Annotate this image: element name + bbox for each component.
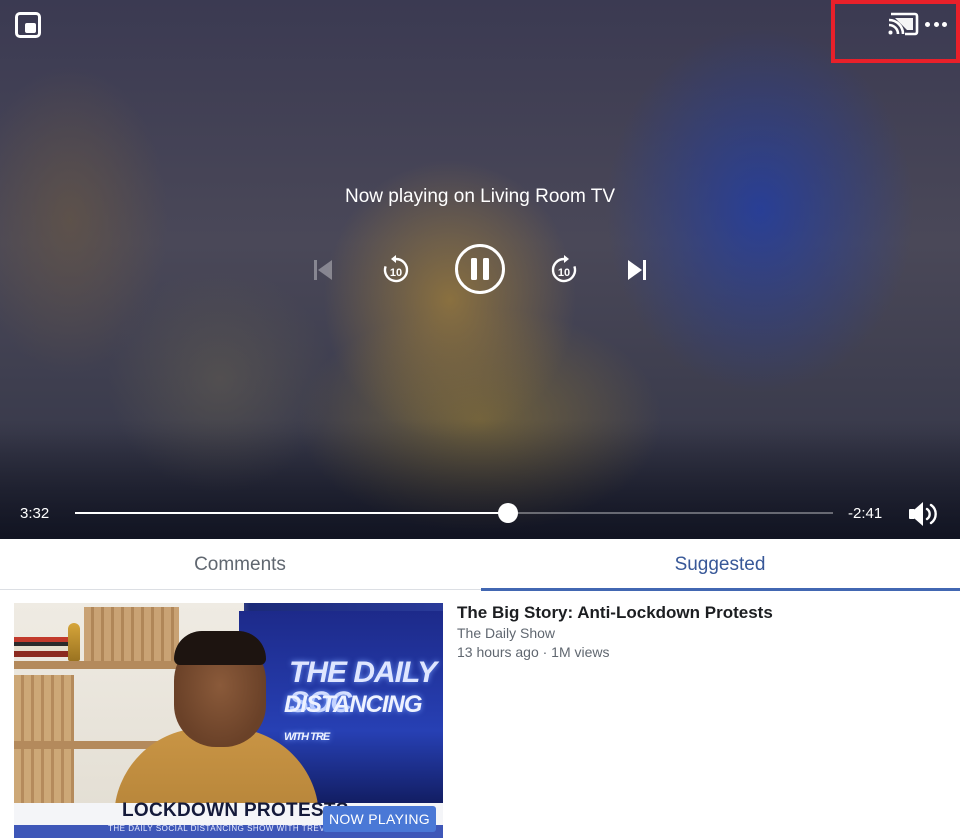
video-title[interactable]: The Big Story: Anti-Lockdown Protests (457, 603, 773, 623)
picture-in-picture-icon[interactable] (15, 12, 41, 38)
thumbnail-shelf (14, 661, 179, 669)
thumbnail-screen-line3: WITH TRE (284, 731, 330, 743)
more-dot (925, 21, 930, 27)
thumbnail-slats (84, 607, 179, 667)
volume-icon[interactable] (907, 499, 939, 529)
skip-next-icon[interactable] (624, 256, 650, 284)
thumbnail-headline: LOCKDOWN PROTESTS (122, 800, 349, 821)
pip-inner-square (25, 23, 36, 33)
video-meta: 13 hours ago · 1M views (457, 644, 610, 660)
pause-icon[interactable] (454, 243, 506, 295)
cast-icon[interactable] (887, 11, 919, 37)
time-remaining: -2:41 (848, 505, 883, 522)
cast-status-text: Now playing on Living Room TV (344, 186, 615, 207)
tab-suggested[interactable]: Suggested (480, 539, 960, 591)
forward-seconds-label: 10 (558, 267, 570, 279)
time-elapsed: 3:32 (20, 505, 50, 522)
video-player[interactable]: Now playing on Living Room TV 10 10 3:32… (0, 0, 960, 539)
more-dot (942, 21, 947, 27)
more-dot (933, 21, 939, 27)
thumbnail-screen-text: DISTANCING WITH TRE (284, 691, 443, 747)
suggested-video-item[interactable]: THE DAILY SOC DISTANCING WITH TRE LOCKDO… (0, 591, 960, 838)
video-thumbnail[interactable]: THE DAILY SOC DISTANCING WITH TRE LOCKDO… (14, 603, 443, 838)
forward-10-icon[interactable]: 10 (548, 254, 580, 286)
thumbnail-screen-line2: DISTANCING (284, 691, 423, 718)
video-channel[interactable]: The Daily Show (457, 625, 555, 641)
seek-bar[interactable] (75, 503, 833, 523)
seek-bar-progress (75, 512, 508, 514)
thumbnail-person-hair (174, 631, 266, 665)
tab-comments[interactable]: Comments (0, 539, 480, 590)
thumbnail-trophy (68, 623, 80, 661)
rewind-10-icon[interactable]: 10 (380, 254, 412, 286)
more-icon[interactable] (925, 14, 947, 34)
rewind-seconds-label: 10 (390, 267, 402, 279)
thumbnail-subline: THE DAILY SOCIAL DISTANCING SHOW WITH TR… (108, 824, 339, 833)
now-playing-badge: NOW PLAYING (322, 806, 436, 832)
seek-thumb[interactable] (497, 503, 518, 523)
skip-previous-icon[interactable] (310, 256, 336, 284)
thumbnail-books (14, 637, 72, 657)
content-tabs: Comments Suggested (0, 539, 960, 591)
